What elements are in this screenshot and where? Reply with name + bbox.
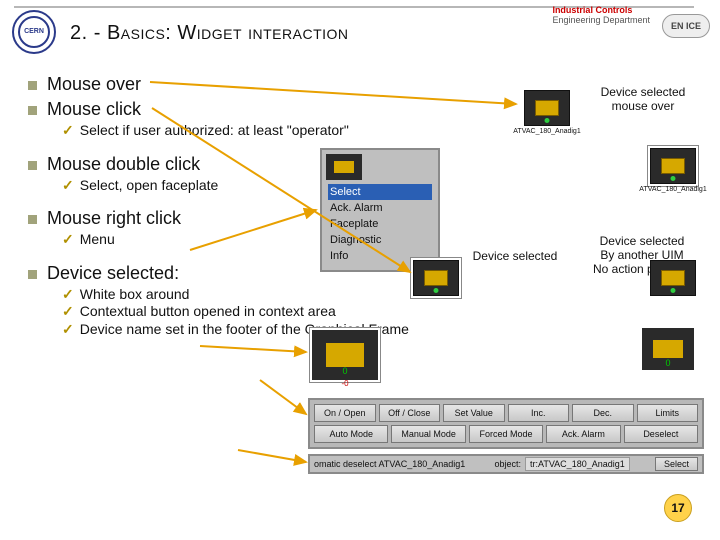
footer-auto-deselect: omatic deselect ATVAC_180_Anadig1 [314, 459, 465, 469]
bullet-mouse-over: Mouse over [28, 74, 418, 95]
bullet-text: Mouse over [47, 74, 141, 95]
label-device-selected: Device selected [460, 250, 570, 264]
sub-bullet: ✓ Select if user authorized: at least "o… [62, 122, 418, 140]
device-widget-selected[interactable] [413, 260, 459, 296]
status-dot-icon [434, 288, 439, 293]
button-row: On / Open Off / Close Set Value Inc. Dec… [314, 404, 698, 422]
sub-bullet: ✓ White box around [62, 286, 418, 304]
device-widget-selected[interactable]: ATVAC_180_Anadig1 [650, 148, 696, 184]
device-inner-icon [424, 270, 448, 286]
label-line: mouse over [612, 99, 675, 113]
device-inner-icon [326, 343, 364, 367]
header-right: Industrial Controls Engineering Departme… [552, 6, 650, 26]
label-device-selected-mouse-over: Device selected mouse over [588, 86, 698, 114]
bullet-square-icon [28, 161, 37, 170]
bullet-text: Mouse double click [47, 154, 200, 175]
check-icon: ✓ [62, 231, 74, 249]
status-dot-icon [671, 288, 676, 293]
bullet-square-icon [28, 106, 37, 115]
device-label: ATVAC_180_Anadig1 [639, 186, 706, 193]
page-number: 17 [664, 494, 692, 522]
footer-object-field[interactable]: tr:ATVAC_180_Anadig1 [525, 457, 630, 471]
bullet-square-icon [28, 81, 37, 90]
off-close-button[interactable]: Off / Close [379, 404, 441, 422]
context-menu-item-faceplate[interactable]: Faceplate [328, 216, 432, 232]
device-inner-icon [661, 158, 685, 174]
bullet-square-icon [28, 215, 37, 224]
device-inner-icon [326, 154, 362, 180]
bullet-square-icon [28, 270, 37, 279]
device-widget-big[interactable]: 0 [642, 328, 694, 370]
on-open-button[interactable]: On / Open [314, 404, 376, 422]
ack-alarm-button[interactable]: Ack. Alarm [546, 425, 620, 443]
context-menu-item-select[interactable]: Select [328, 184, 432, 200]
label-line: Device selected [601, 85, 686, 99]
cern-logo-text: CERN [24, 28, 44, 35]
enice-badge: EN ICE [662, 14, 710, 38]
sub-bullet-text: Contextual button opened in context area [80, 303, 336, 321]
set-value-button[interactable]: Set Value [443, 404, 505, 422]
context-menu-item-diagnostic[interactable]: Diagnostic [328, 232, 432, 248]
device-inner-icon [653, 340, 683, 358]
sub-bullet-text: White box around [80, 286, 190, 304]
footer-bar: omatic deselect ATVAC_180_Anadig1 object… [308, 454, 704, 474]
bullet-text: Mouse right click [47, 208, 181, 229]
context-menu[interactable]: Select Ack. Alarm Faceplate Diagnostic I… [320, 148, 440, 272]
manual-mode-button[interactable]: Manual Mode [391, 425, 465, 443]
cern-logo: CERN [12, 10, 56, 54]
deselect-button[interactable]: Deselect [624, 425, 698, 443]
select-button[interactable]: Select [655, 457, 698, 471]
check-icon: ✓ [62, 177, 74, 195]
context-menu-list: Select Ack. Alarm Faceplate Diagnostic I… [322, 184, 438, 270]
device-widget-big-selected[interactable]: 0 -0 [310, 328, 380, 382]
status-dot-icon [545, 118, 550, 123]
check-icon: ✓ [62, 321, 74, 339]
bullet-text: Mouse click [47, 99, 141, 120]
sub-bullet: ✓ Contextual button opened in context ar… [62, 303, 418, 321]
check-icon: ✓ [62, 286, 74, 304]
eng-dept-label: Engineering Department [552, 15, 650, 25]
inc-button[interactable]: Inc. [508, 404, 570, 422]
forced-mode-button[interactable]: Forced Mode [469, 425, 543, 443]
status-dot-icon [671, 176, 676, 181]
footer-object-label: object: [494, 459, 521, 469]
sub-bullet-text: Select if user authorized: at least "ope… [80, 122, 349, 140]
page-title: 2. - Basics: Widget interaction [70, 22, 349, 45]
button-bar: On / Open Off / Close Set Value Inc. Dec… [308, 398, 704, 449]
limits-button[interactable]: Limits [637, 404, 699, 422]
device-inner-icon [535, 100, 559, 116]
dec-button[interactable]: Dec. [572, 404, 634, 422]
status-value: 0 [342, 366, 347, 376]
button-row: Auto Mode Manual Mode Forced Mode Ack. A… [314, 425, 698, 443]
label-line: Device selected [600, 234, 685, 248]
sub-bullets: ✓ Select if user authorized: at least "o… [62, 122, 418, 140]
status-value-red: -0 [341, 379, 348, 388]
sub-bullet-text: Menu [80, 231, 115, 249]
check-icon: ✓ [62, 303, 74, 321]
auto-mode-button[interactable]: Auto Mode [314, 425, 388, 443]
status-value: 0 [665, 358, 670, 368]
bullet-text: Device selected: [47, 263, 179, 284]
industrial-controls-label: Industrial Controls [552, 5, 632, 15]
device-label: ATVAC_180_Anadig1 [513, 128, 580, 135]
bullet-mouse-click: Mouse click [28, 99, 418, 120]
device-widget[interactable]: ATVAC_180_Anadig1 [524, 90, 570, 126]
check-icon: ✓ [62, 122, 74, 140]
sub-bullet-text: Select, open faceplate [80, 177, 219, 195]
device-widget-other-uim[interactable] [650, 260, 696, 296]
device-inner-icon [661, 270, 685, 286]
context-menu-item-ack-alarm[interactable]: Ack. Alarm [328, 200, 432, 216]
